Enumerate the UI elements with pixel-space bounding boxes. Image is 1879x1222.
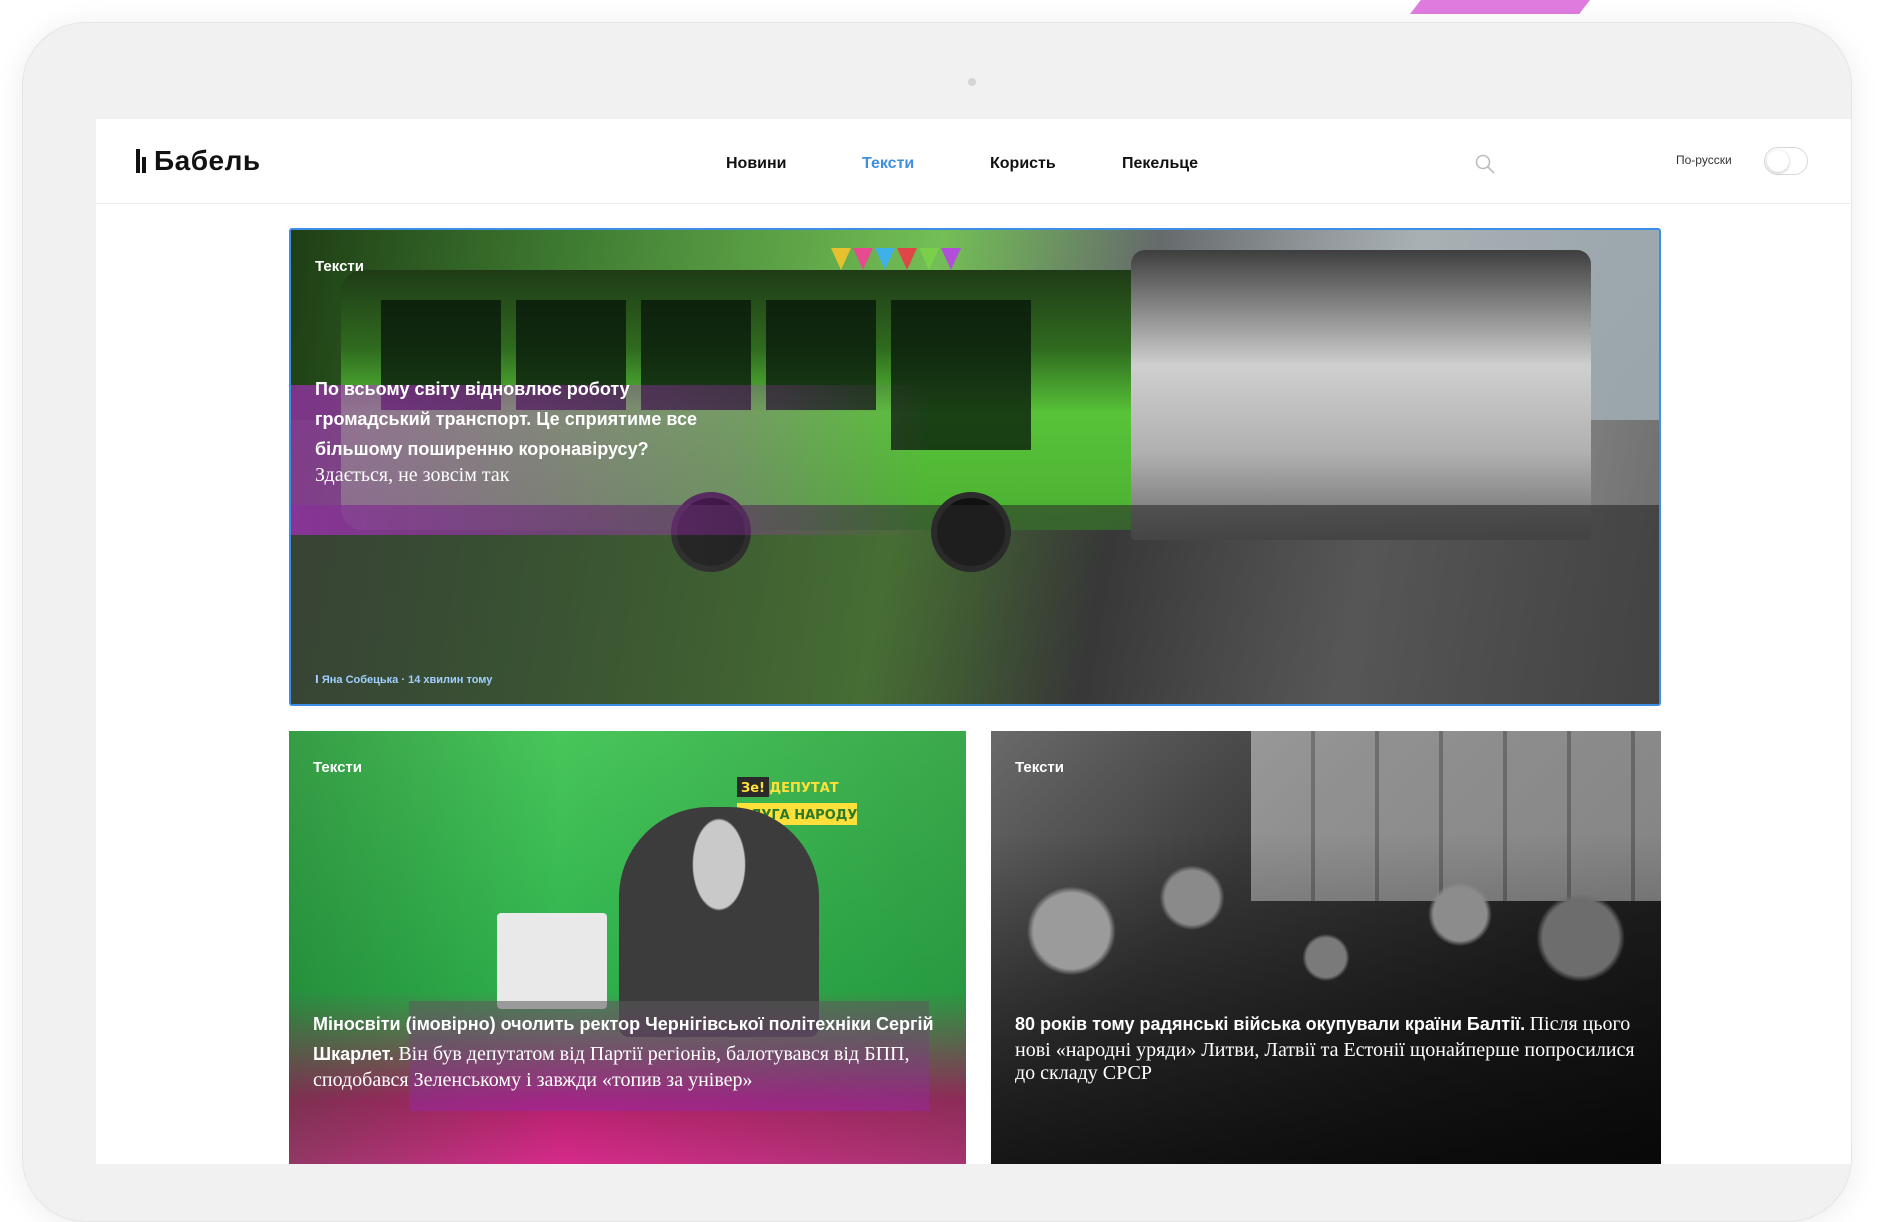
article-card-baltics[interactable]: Тексти 80 років тому радянські війська о… [991, 731, 1661, 1164]
logo-text: Бабель [154, 145, 261, 176]
tablet-frame: Бабель Новини Тексти Користь Пекельце По… [22, 22, 1852, 1222]
article-text[interactable]: Міносвіти (імовірно) очолить ректор Черн… [313, 1009, 953, 1092]
article-text[interactable]: По всьому світу відновлює роботу громадс… [315, 374, 735, 487]
bunting-flag [831, 248, 851, 270]
hero-tram-image [1131, 250, 1591, 540]
article-card-minister[interactable]: Зе! ДЕПУТАТ СЛУГА НАРОДУ Тексти Міносвіт… [289, 731, 966, 1164]
byline-separator: · [401, 674, 406, 686]
browser-screen: Бабель Новини Тексти Користь Пекельце По… [96, 119, 1851, 1164]
article-tag[interactable]: Тексти [315, 258, 364, 275]
site-header: Бабель Новини Тексти Користь Пекельце По… [96, 119, 1851, 204]
author-icon: ⅼ [315, 674, 319, 686]
site-logo[interactable]: Бабель [134, 145, 261, 177]
article-byline: ⅼ Яна Собецька · 14 хвилин тому [315, 673, 492, 686]
nav-item-news[interactable]: Новини [726, 155, 787, 173]
bunting-flag [941, 248, 961, 270]
bunting-flag [897, 248, 917, 270]
article-title[interactable]: По всьому світу відновлює роботу громадс… [315, 379, 697, 459]
crowd-photo [991, 831, 1661, 1164]
nav-item-useful[interactable]: Користь [990, 155, 1056, 173]
article-author[interactable]: Яна Собецька [322, 674, 398, 686]
nav-item-hell[interactable]: Пекельце [1122, 155, 1198, 173]
logo-mark-icon [134, 149, 150, 173]
laptop-image [497, 913, 607, 1009]
article-card-hero[interactable]: Тексти По всьому світу відновлює роботу … [289, 228, 1661, 706]
camera-dot [968, 78, 976, 86]
bunting-flag [875, 248, 895, 270]
nav-item-texts[interactable]: Тексти [862, 155, 914, 173]
article-subtitle[interactable]: Здається, не зовсім так [315, 464, 509, 486]
bunting-flag [853, 248, 873, 270]
article-tag[interactable]: Тексти [313, 759, 362, 776]
sign-line1: Зе! ДЕПУТАТ [741, 781, 839, 796]
decorative-accent-strip [1410, 0, 1590, 14]
language-toggle[interactable] [1764, 147, 1808, 175]
article-tag[interactable]: Тексти [1015, 759, 1064, 776]
bunting-flag [919, 248, 939, 270]
article-time: 14 хвилин тому [408, 674, 493, 686]
language-label: По-русски [1676, 153, 1732, 167]
toggle-knob [1767, 150, 1789, 172]
article-text[interactable]: 80 років тому радянські війська окупувал… [1015, 1009, 1655, 1085]
article-subtitle[interactable]: Він був депутатом від Партії регіонів, б… [313, 1043, 909, 1091]
article-title[interactable]: 80 років тому радянські війська окупувал… [1015, 1014, 1525, 1034]
search-icon[interactable] [1474, 153, 1496, 175]
